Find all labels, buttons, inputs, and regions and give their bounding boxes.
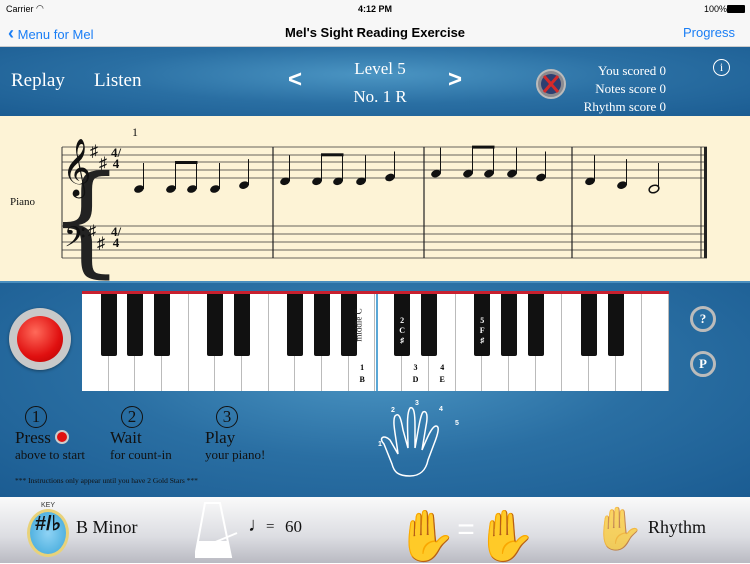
finger-2: 2: [391, 407, 395, 414]
black-key-A-sharp[interactable]: [154, 294, 171, 356]
treble-clef-icon: 𝄞: [62, 138, 92, 199]
exercise-header: Replay Listen < > Level 5 No. 1 R You sc…: [0, 47, 750, 116]
hands-together-icon[interactable]: ✋=✋: [395, 502, 537, 564]
white-key-F[interactable]: [642, 294, 669, 391]
p-button[interactable]: P: [690, 351, 716, 377]
progress-button[interactable]: Progress: [683, 25, 735, 40]
black-key-D-sharp[interactable]: [607, 294, 624, 356]
key-badge: KEY: [40, 502, 55, 509]
step-title: Wait: [110, 428, 142, 447]
tempo-value[interactable]: 60: [285, 517, 302, 537]
listen-button[interactable]: Listen: [94, 70, 142, 92]
finger-label: 4E: [439, 363, 445, 384]
bottom-toolbar: KEY #/♭ B Minor ♩ = 60 ✋=✋ ✋ Rhythm: [0, 497, 750, 564]
middle-c-label: middle C: [353, 308, 364, 342]
battery-percent: 100%: [704, 4, 728, 14]
carrier: Carrier: [6, 4, 34, 14]
black-key-F-sharp[interactable]: 5 F ♯: [474, 294, 491, 356]
finger-label: 3D: [412, 363, 419, 384]
key-sharp: ♯: [99, 155, 107, 172]
step-number: 2: [121, 406, 143, 428]
level-label: Level 5: [354, 59, 406, 78]
finger-1: 1: [378, 441, 382, 448]
nav-bar: ‹ Menu for Mel Mel's Sight Reading Exerc…: [0, 20, 750, 47]
info-button[interactable]: i: [713, 59, 730, 76]
instruction-step-1: 1 Press above to start: [15, 406, 85, 463]
quarter-note-icon: ♩: [248, 514, 268, 536]
page-title: Mel's Sight Reading Exercise: [284, 25, 466, 40]
piano-panel: 1 B 3 D 4 E 2 C ♯ 5 F ♯ middle C ? P 1 Press above t…: [0, 283, 750, 497]
status-bar: Carrier ◠ 4:12 PM 100%: [0, 0, 750, 20]
sharp-flat-icon: #/♭: [34, 513, 62, 535]
black-key-D-sharp[interactable]: [234, 294, 251, 356]
notes-score: Notes score 0: [595, 81, 666, 96]
finger-5: 5: [455, 420, 459, 427]
help-button[interactable]: ?: [690, 306, 716, 332]
record-button[interactable]: [9, 308, 71, 370]
total-score: You scored 0: [597, 63, 666, 78]
rhythm-button[interactable]: Rhythm: [648, 517, 706, 538]
bass-time-signature: 4/4: [110, 224, 122, 250]
key-sharp: ♯: [90, 143, 98, 160]
sheet-music: {𝄞 𝄢 ♯ ♯ ♯ ♯ Piano 1 4/4 4/4: [0, 116, 750, 290]
step-number: 1: [25, 406, 47, 428]
black-key-G-sharp[interactable]: [314, 294, 331, 356]
wifi-icon: ◠: [36, 3, 44, 13]
instrument-label: Piano: [10, 196, 36, 208]
black-key-F-sharp[interactable]: [287, 294, 304, 356]
black-key-G-sharp[interactable]: [127, 294, 144, 356]
black-key-F-sharp[interactable]: [100, 294, 117, 356]
back-label: Menu for Mel: [17, 27, 94, 42]
black-key-C-sharp[interactable]: [207, 294, 224, 356]
previous-button[interactable]: <: [288, 66, 302, 94]
beam: [472, 145, 495, 149]
black-key-G-sharp[interactable]: [500, 294, 517, 356]
battery-icon: [727, 5, 745, 13]
black-key-D-sharp[interactable]: [420, 294, 437, 356]
key-name: B Minor: [76, 517, 138, 537]
step-number: 3: [216, 406, 238, 428]
instruction-step-2: 2 Wait for count-in: [110, 406, 172, 463]
time: 4:12 PM: [358, 4, 393, 14]
no-star-badge-icon: [536, 69, 566, 99]
score-svg: {𝄞𝄢♯♯♯♯: [48, 138, 707, 290]
metronome-icon[interactable]: [195, 501, 240, 559]
finger-4: 4: [439, 406, 443, 413]
black-key-C-sharp[interactable]: [580, 294, 597, 356]
finger-label: 1B: [359, 363, 365, 384]
key-sharp: ♯: [97, 235, 105, 252]
beam: [175, 161, 198, 164]
chevron-left-icon: ‹: [8, 23, 14, 43]
record-dot-icon: [55, 430, 70, 444]
measure-number: 1: [132, 125, 138, 139]
score-summary: You scored 0 Notes score 0 Rhythm score …: [584, 62, 666, 116]
step-title: Press: [15, 428, 51, 447]
final-barline-thick: [704, 147, 707, 258]
exercise-number: No. 1 R: [353, 87, 407, 106]
black-key-C-sharp[interactable]: 2 C ♯: [394, 294, 411, 356]
back-button[interactable]: ‹ Menu for Mel: [8, 23, 94, 44]
replay-button[interactable]: Replay: [11, 70, 65, 92]
hand-fingering-icon: 1 2 3 4 5: [378, 400, 459, 477]
key-signature-button[interactable]: KEY #/♭: [27, 502, 69, 557]
piano-keyboard[interactable]: 1 B 3 D 4 E 2 C ♯ 5 F ♯ middle C: [82, 291, 669, 391]
tempo-equals: =: [266, 519, 275, 535]
instructions-note: *** Instructions only appear until you h…: [15, 476, 198, 485]
step-subtitle: for count-in: [110, 447, 172, 462]
instruction-step-3: 3 Play your piano!: [205, 406, 265, 463]
finger-3: 3: [415, 400, 419, 407]
step-subtitle: above to start: [15, 447, 86, 462]
step-title: Play: [205, 428, 236, 447]
next-button[interactable]: >: [448, 66, 462, 94]
record-icon: [17, 316, 63, 362]
bass-clef-icon: 𝄢: [64, 221, 86, 261]
black-key-A-sharp[interactable]: [527, 294, 544, 356]
clapping-hands-icon[interactable]: ✋: [592, 505, 644, 554]
key-sharp: ♯: [88, 223, 96, 240]
beam: [321, 153, 344, 157]
rhythm-score: Rhythm score 0: [583, 99, 666, 114]
step-subtitle: your piano!: [205, 447, 266, 462]
treble-time-signature: 4/4: [110, 145, 122, 171]
